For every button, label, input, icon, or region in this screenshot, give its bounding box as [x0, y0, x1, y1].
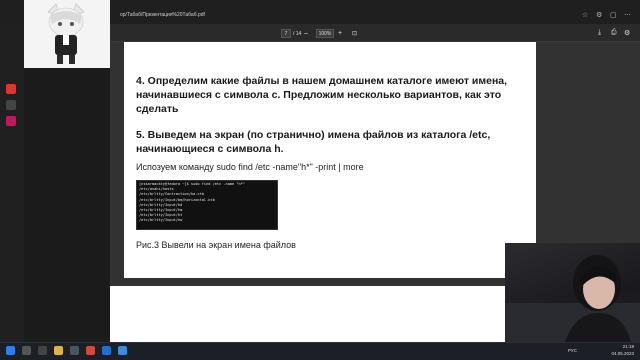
- app-shortcut-icon[interactable]: [6, 84, 16, 94]
- browser-sidebar: [0, 24, 24, 342]
- zoom-out-button[interactable]: –: [304, 30, 308, 37]
- clock-time[interactable]: 21:19: [600, 344, 634, 349]
- page-number-input[interactable]: 7: [281, 29, 291, 38]
- clock-date[interactable]: 04.05.2023: [600, 351, 634, 356]
- print-icon[interactable]: ⎙: [611, 29, 617, 37]
- file-explorer-icon[interactable]: [54, 346, 63, 355]
- avatar-character-image: [47, 3, 85, 64]
- collections-icon[interactable]: ▢: [610, 11, 617, 19]
- zoom-in-button[interactable]: +: [338, 30, 342, 37]
- vscode-icon[interactable]: [118, 346, 127, 355]
- input-language[interactable]: РУС: [568, 348, 577, 353]
- page-total: / 14: [293, 31, 302, 37]
- webcam-overlay: [505, 243, 640, 342]
- app-icon[interactable]: [86, 346, 95, 355]
- app-icon[interactable]: [70, 346, 79, 355]
- app-shortcut-icon[interactable]: [6, 116, 16, 126]
- favorites-star-icon[interactable]: ☆: [582, 11, 588, 19]
- pdf-page: [110, 286, 538, 342]
- task-view-icon[interactable]: [38, 346, 47, 355]
- zoom-level[interactable]: 100%: [316, 29, 334, 38]
- heading-step-5: 5. Выведем на экран (по странично) имена…: [136, 129, 491, 155]
- fit-page-icon[interactable]: ⊡: [352, 30, 357, 37]
- heading-step-4: 4. Определим какие файлы в нашем домашне…: [136, 75, 508, 115]
- figure-caption: Рис.3 Вывели на экран имена файлов: [136, 240, 296, 250]
- download-icon[interactable]: ⤓: [598, 29, 601, 37]
- person-video-image: [505, 255, 640, 342]
- avatar-panel: [24, 0, 110, 68]
- more-menu-icon[interactable]: ⋯: [624, 11, 631, 19]
- settings-icon[interactable]: ⚙: [624, 29, 630, 37]
- terminal-screenshot: [nskarmackty@fedora ~]$ sudo find /etc -…: [136, 180, 278, 230]
- taskbar: [0, 342, 640, 360]
- app-shortcut-icon[interactable]: [6, 100, 16, 110]
- extensions-icon[interactable]: ⚙: [596, 11, 602, 19]
- start-icon[interactable]: [6, 346, 15, 355]
- terminal-line: /etc/brltty/Input/hw: [139, 218, 183, 223]
- command-text: Испозуем команду sudo find /etc -name"h*…: [136, 162, 364, 172]
- pdf-toolbar: [110, 24, 640, 42]
- edge-browser-icon[interactable]: [102, 346, 111, 355]
- url-text[interactable]: ор/Табаб/Презентация%20Табаб.pdf: [120, 12, 205, 18]
- search-icon[interactable]: [22, 346, 31, 355]
